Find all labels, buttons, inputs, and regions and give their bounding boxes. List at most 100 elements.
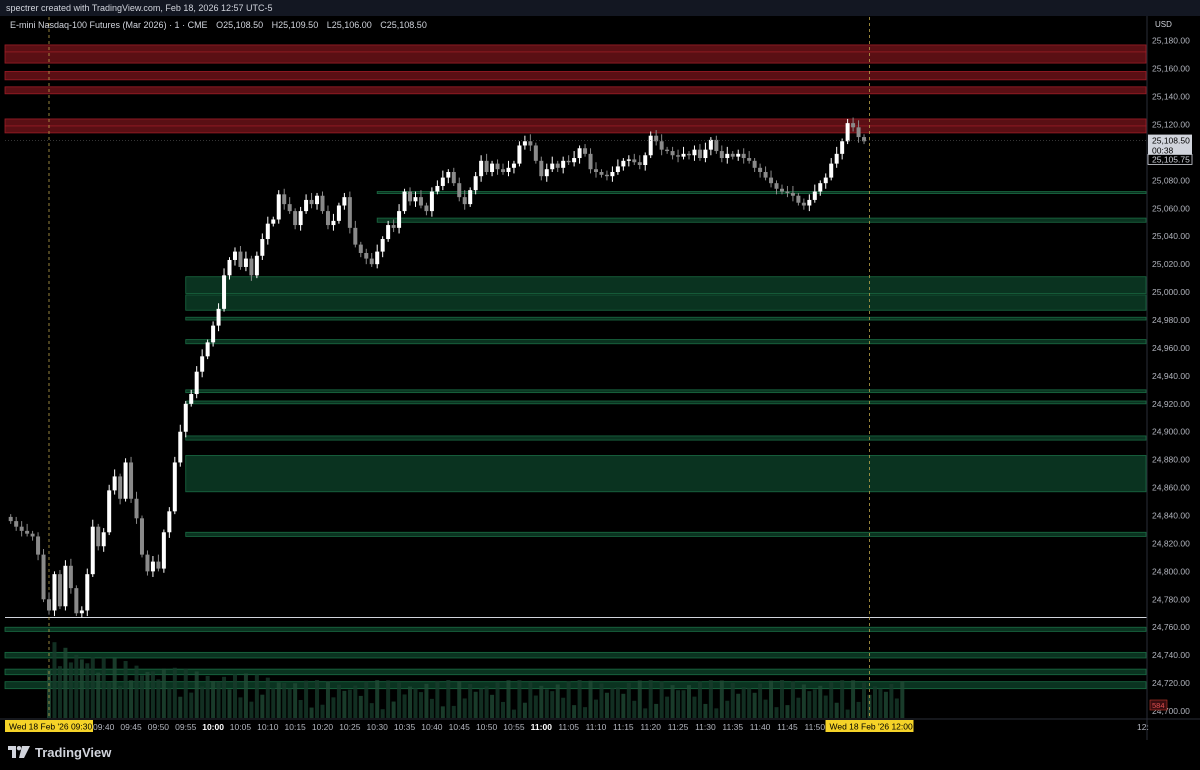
volume-bar <box>665 696 670 718</box>
volume-bar <box>785 705 790 718</box>
volume-bar <box>490 694 495 718</box>
candle-body <box>74 588 79 614</box>
candle-body <box>462 197 467 205</box>
volume-bar <box>659 681 664 718</box>
tradingview-brand: TradingView <box>35 744 112 760</box>
volume-bar <box>216 682 221 718</box>
time-tick-label: 09:45 <box>120 722 142 732</box>
price-tick-label: 24,880.00 <box>1152 455 1190 465</box>
currency-label[interactable]: USD <box>1155 20 1172 29</box>
candle-body <box>719 151 724 159</box>
candle-body <box>769 177 774 184</box>
candle-body <box>561 160 566 168</box>
candle-body <box>222 275 227 309</box>
tradingview-logo[interactable]: TradingView <box>8 744 111 760</box>
candle-body <box>325 211 330 226</box>
price-tick-label: 25,020.00 <box>1152 259 1190 269</box>
candle-body <box>391 225 396 228</box>
volume-bar <box>85 663 90 718</box>
volume-bar <box>566 681 571 718</box>
time-tick-label: 11:15 <box>613 722 634 732</box>
volume-bar <box>315 680 320 718</box>
volume-bar <box>736 693 741 718</box>
volume-bar <box>139 675 144 718</box>
candle-body <box>139 518 144 555</box>
secondary-price-label: 25,105.75 <box>1152 154 1190 164</box>
price-tick-label: 24,860.00 <box>1152 483 1190 493</box>
candle-body <box>150 561 155 572</box>
volume-bar <box>604 692 609 718</box>
volume-bar <box>845 709 850 718</box>
candle-body <box>763 172 768 178</box>
candle-body <box>692 149 697 156</box>
volume-bar <box>227 689 232 718</box>
volume-bar <box>818 685 823 718</box>
time-tick-label: 10:05 <box>230 722 252 732</box>
footer-bar <box>0 740 1200 770</box>
price-tick-label: 24,960.00 <box>1152 343 1190 353</box>
candle-body <box>57 574 62 607</box>
time-tick-label: 10:10 <box>257 722 279 732</box>
candlestick-chart[interactable]: USD 25,180.00 25,160.00 25,140.00 25,120.00 2… <box>0 0 1200 740</box>
time-tick-label: 11:30 <box>695 722 716 732</box>
volume-bar <box>648 680 653 718</box>
volume-bar <box>183 668 188 718</box>
candle-body <box>862 137 867 142</box>
volume-bar <box>222 676 227 718</box>
volume-bar <box>145 671 150 718</box>
candle-body <box>47 599 51 611</box>
candle-body <box>495 163 500 170</box>
volume-bar <box>429 698 434 718</box>
time-tick-label: 11:35 <box>722 722 743 732</box>
candle-body <box>555 163 560 168</box>
candle-body <box>408 191 413 202</box>
volume-bar <box>364 681 369 718</box>
volume-bar <box>418 692 423 718</box>
volume-bar <box>676 690 681 718</box>
candle-body <box>161 532 166 569</box>
volume-bar <box>522 702 527 718</box>
candle-body <box>216 308 221 326</box>
volume-bar <box>79 659 84 718</box>
candle-body <box>189 394 194 404</box>
volume-bar <box>457 681 462 718</box>
volume-bar <box>539 685 544 718</box>
time-tick-label: 10:50 <box>476 722 498 732</box>
volume-bar <box>358 695 363 718</box>
volume-bar <box>413 688 418 718</box>
candle-body <box>90 526 95 575</box>
volume-bar <box>670 685 675 718</box>
volume-bar <box>708 680 713 718</box>
volume-bar <box>375 680 380 718</box>
candle-body <box>594 169 598 173</box>
supply-zone <box>4 44 1147 53</box>
candle-body <box>413 197 418 202</box>
candle-body <box>812 191 817 200</box>
volume-bar <box>254 674 259 718</box>
volume-bar <box>194 671 199 718</box>
candle-body <box>626 159 631 161</box>
candle-body <box>790 192 795 196</box>
demand-zone <box>376 217 1147 223</box>
tradingview-logo-icon <box>8 746 30 758</box>
candle-body <box>845 123 850 142</box>
demand-zone <box>185 339 1147 345</box>
candle-body <box>205 342 210 357</box>
volume-bar <box>150 671 155 718</box>
candle-body <box>178 431 183 463</box>
volume-bar <box>823 695 828 718</box>
volume-bar <box>331 697 336 718</box>
volume-bar <box>446 680 451 718</box>
symbol-name[interactable]: E-mini Nasdaq-100 Futures (Mar 2026) · 1… <box>10 20 208 30</box>
candle-body <box>511 163 516 168</box>
candle-body <box>358 244 363 253</box>
supply-zone <box>4 51 1147 64</box>
volume-bar <box>692 696 697 718</box>
time-tick-label: 11:25 <box>668 722 689 732</box>
candle-body <box>424 205 429 212</box>
volume-bar <box>725 700 730 718</box>
candle-body <box>123 462 128 499</box>
candle-body <box>539 160 544 177</box>
volume-bar <box>380 709 385 718</box>
symbol-legend: E-mini Nasdaq-100 Futures (Mar 2026) · 1… <box>10 20 433 30</box>
